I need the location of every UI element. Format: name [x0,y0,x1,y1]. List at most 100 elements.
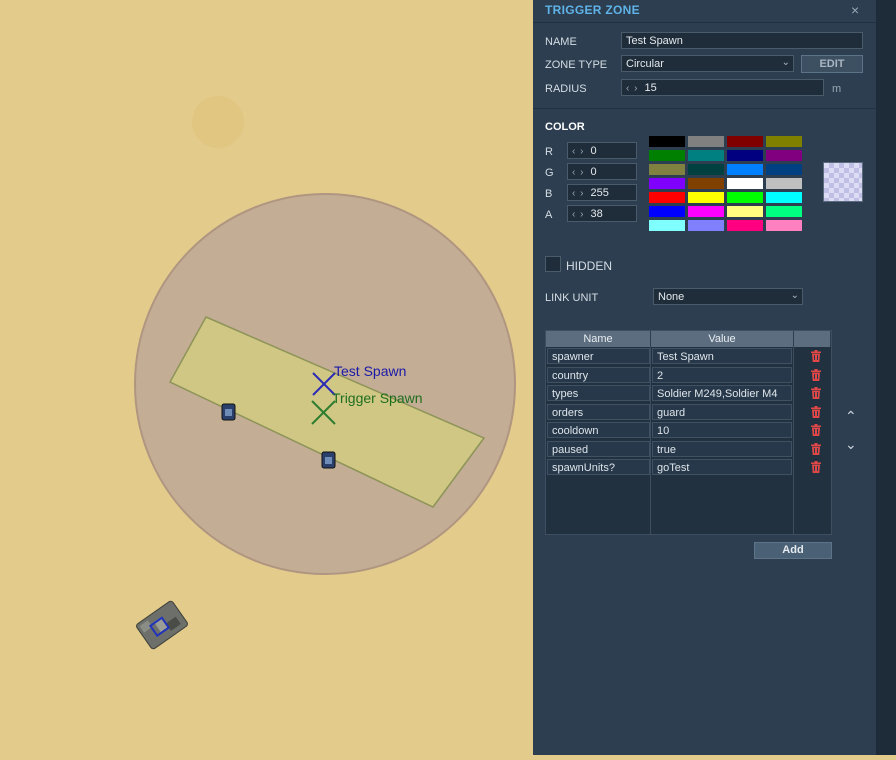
color-r-label: R [545,146,553,158]
palette-swatch[interactable] [648,135,686,148]
palette-swatch[interactable] [765,163,803,176]
property-value-cell[interactable]: 2 [652,366,792,383]
palette-swatch[interactable] [648,177,686,190]
trash-icon[interactable] [811,350,821,362]
palette-swatch[interactable] [648,149,686,162]
palette-swatch[interactable] [648,191,686,204]
map-view[interactable]: Test Spawn Trigger Spawn [0,0,533,755]
column-header-actions [794,331,831,347]
palette-swatch[interactable] [687,205,725,218]
property-name-cell[interactable]: cooldown [547,422,650,438]
color-preview-swatch [823,162,863,202]
stepper-arrows-icon[interactable]: ‹ › [572,209,584,220]
color-a-value: 38 [590,208,603,220]
hidden-checkbox[interactable] [545,256,561,272]
color-g-stepper[interactable]: ‹ › 0 [567,163,637,180]
palette-swatch[interactable] [648,219,686,232]
color-header: COLOR [545,121,585,133]
color-b-stepper[interactable]: ‹ › 255 [567,184,637,201]
palette-swatch[interactable] [726,135,764,148]
palette-swatch[interactable] [726,219,764,232]
name-field[interactable]: Test Spawn [621,32,863,49]
palette-swatch[interactable] [765,219,803,232]
link-unit-select[interactable]: None ⌄ [653,288,803,305]
color-r-stepper[interactable]: ‹ › 0 [567,142,637,159]
property-name-cell[interactable]: types [547,385,650,401]
property-value-cell[interactable]: Soldier M249,Soldier M4 [652,385,792,401]
radius-unit: m [832,83,842,95]
map-canvas[interactable]: Test Spawn Trigger Spawn [0,0,533,755]
property-value-cell[interactable]: 10 [652,422,792,438]
property-value-cell[interactable]: true [652,440,792,457]
zone-type-value: Circular [626,58,664,70]
palette-swatch[interactable] [765,177,803,190]
stepper-arrows-icon[interactable]: ‹ › [626,83,638,94]
zone-type-label: ZONE TYPE [545,59,608,71]
palette-swatch[interactable] [726,149,764,162]
window-edge [876,0,896,755]
property-value-cell[interactable]: Test Spawn [652,348,792,364]
stepper-arrows-icon[interactable]: ‹ › [572,167,584,178]
palette-swatch[interactable] [648,163,686,176]
trash-icon[interactable] [811,405,821,418]
property-value-cell[interactable]: guard [652,403,792,420]
palette-swatch[interactable] [687,177,725,190]
palette-swatch[interactable] [687,191,725,204]
palette-swatch[interactable] [687,135,725,148]
spawn-unit-icon[interactable] [221,403,236,421]
color-a-stepper[interactable]: ‹ › 38 [567,205,637,222]
property-name-cell[interactable]: spawnUnits? [547,459,650,475]
name-label: NAME [545,36,577,48]
palette-swatch[interactable] [648,205,686,218]
color-g-label: G [545,167,554,179]
spawn-unit-icon[interactable] [321,451,336,469]
title-divider [533,22,876,23]
close-icon[interactable]: × [851,2,859,18]
trash-icon[interactable] [811,424,821,436]
palette-swatch[interactable] [765,191,803,204]
radius-stepper[interactable]: ‹ › 15 [621,79,824,96]
palette-swatch[interactable] [765,135,803,148]
palette-swatch[interactable] [765,205,803,218]
section-divider [533,108,876,109]
palette-swatch[interactable] [726,177,764,190]
palette-swatch[interactable] [726,163,764,176]
zone-type-select[interactable]: Circular ⌄ [621,55,794,72]
trigger-zone-panel: TRIGGER ZONE × NAME Test Spawn ZONE TYPE… [533,0,876,755]
palette-swatch[interactable] [687,149,725,162]
property-name-cell[interactable]: paused [547,440,650,457]
radius-value: 15 [644,82,657,94]
test-spawn-label: Test Spawn [334,363,406,379]
palette-swatch[interactable] [726,191,764,204]
column-divider [793,347,794,534]
panel-title: TRIGGER ZONE [545,3,640,17]
color-g-value: 0 [590,166,597,178]
property-value-cell[interactable]: goTest [652,459,792,475]
palette-swatch[interactable] [687,219,725,232]
palette-swatch[interactable] [726,205,764,218]
stepper-arrows-icon[interactable]: ‹ › [572,146,584,157]
column-header-value: Value [651,331,794,347]
property-name-cell[interactable]: orders [547,403,650,420]
trash-icon[interactable] [811,387,821,399]
trash-icon[interactable] [811,461,821,473]
palette-swatch[interactable] [765,149,803,162]
color-r-value: 0 [590,145,597,157]
hidden-label: HIDDEN [566,259,613,273]
chevron-up-icon[interactable]: ⌃ [845,408,857,425]
chevron-down-icon[interactable]: ⌄ [845,436,857,453]
color-b-label: B [545,188,553,200]
palette-swatch[interactable] [687,163,725,176]
edit-button[interactable]: EDIT [801,55,863,73]
trash-icon[interactable] [811,368,821,381]
trash-icon[interactable] [811,442,821,455]
trigger-spawn-label: Trigger Spawn [332,390,423,406]
column-divider [650,347,651,534]
property-name-cell[interactable]: spawner [547,348,650,364]
add-button[interactable]: Add [754,542,832,559]
color-a-label: A [545,209,553,221]
link-unit-value: None [658,291,685,303]
stepper-arrows-icon[interactable]: ‹ › [572,188,584,199]
radius-label: RADIUS [545,83,587,95]
property-name-cell[interactable]: country [547,366,650,383]
